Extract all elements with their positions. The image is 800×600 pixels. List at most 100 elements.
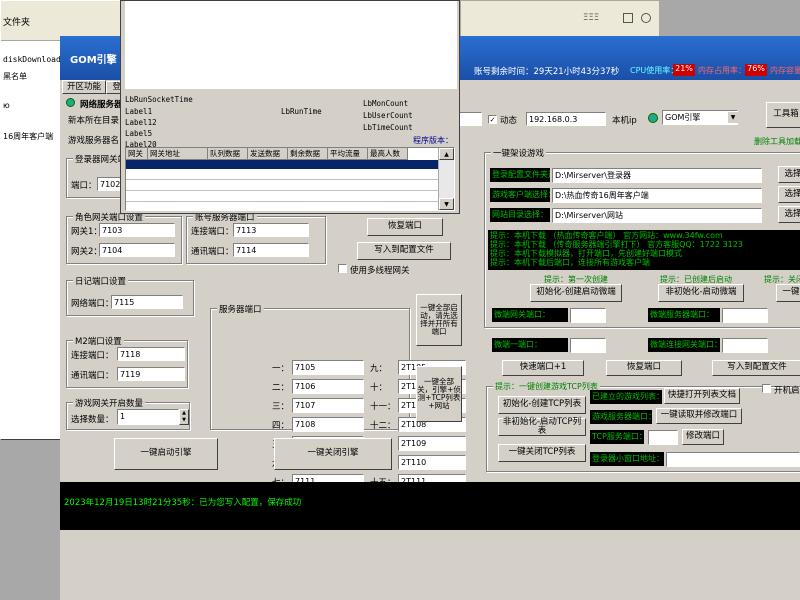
- not-init-micro-button[interactable]: 非初始化-启动微端: [658, 284, 744, 302]
- clear-tool-link[interactable]: 删除工具加载: [754, 136, 800, 147]
- account-connect-input[interactable]: 7113: [233, 223, 309, 237]
- cpu-value: 21%: [673, 64, 695, 76]
- gate1-input[interactable]: 7103: [99, 223, 175, 237]
- site-dir-label: 网站目录选择：: [490, 208, 550, 222]
- tree-item[interactable]: 16周年客户端: [3, 131, 53, 142]
- engine-select[interactable]: GOM引擎: [662, 110, 738, 125]
- server-port-input[interactable]: 2T110: [398, 455, 466, 470]
- select-client-dir-button[interactable]: 选择: [778, 186, 800, 203]
- table-column-header[interactable]: 发送数据: [248, 148, 288, 160]
- auto-start-checkbox[interactable]: [762, 384, 771, 393]
- close-engine-button[interactable]: 一键关闭引擎: [274, 438, 392, 470]
- server-port-input[interactable]: 7105: [292, 360, 364, 375]
- view-icon[interactable]: [623, 13, 633, 23]
- table-column-header[interactable]: 网关地址: [148, 148, 208, 160]
- chevron-down-icon[interactable]: ▼: [728, 112, 738, 123]
- monitor-popup: LbRunSocketTime Label1 Label12 Label5 La…: [120, 0, 460, 214]
- start-engine-button[interactable]: 一键启动引擎: [114, 438, 218, 470]
- spinner-arrows-icon[interactable]: ▲ ▼: [179, 409, 189, 425]
- popup-white-area: [125, 1, 457, 89]
- table-column-header[interactable]: 最高人数: [368, 148, 408, 160]
- popup-label: Label1: [125, 107, 153, 116]
- micro-gate-conn-label: 微端连接网关端口：: [648, 338, 720, 352]
- table-column-header[interactable]: 平均流量: [328, 148, 368, 160]
- log-port-input[interactable]: 7115: [111, 295, 183, 309]
- one-key-close-micro-button[interactable]: 一键: [776, 284, 800, 302]
- gate2-input[interactable]: 7104: [99, 243, 175, 257]
- write-micro-config-button[interactable]: 写入到配置文件: [712, 360, 800, 376]
- log-port-group: 日记端口设置 网络端口： 7115: [66, 275, 194, 316]
- account-comm-input[interactable]: 7114: [233, 243, 309, 257]
- server-port-input[interactable]: 7108: [292, 417, 364, 432]
- table-column-header[interactable]: 队列数据: [208, 148, 248, 160]
- close-tcp-button[interactable]: 一键关闭TCP列表: [498, 444, 586, 462]
- micro-server-input[interactable]: [722, 308, 768, 323]
- multi-gate-label: 使用多线程网关: [350, 266, 410, 276]
- table-scrollbar[interactable]: ▲ ▼: [438, 148, 454, 210]
- select-login-dir-button[interactable]: 选择: [778, 166, 800, 183]
- micro-gate-conn-input[interactable]: [722, 338, 768, 353]
- select-site-dir-button[interactable]: 选择: [778, 206, 800, 223]
- scroll-up-icon[interactable]: ▲: [439, 148, 454, 160]
- game-server-label: 游戏服务器名: [68, 136, 120, 146]
- tree-item[interactable]: diskDownload: [3, 55, 61, 64]
- table-row-selected[interactable]: [126, 160, 438, 169]
- login-dir-input[interactable]: D:\Mirserver\登录器: [552, 168, 762, 183]
- gateway-table: 网关 网关地址 队列数据 发送数据 剩余数据 平均流量 最高人数 ▲ ▼: [125, 147, 455, 211]
- client-dir-label: 游戏客户端选择：: [490, 188, 550, 202]
- server-port-label: 三：: [272, 402, 290, 412]
- m2-port-group: M2端口设置 连接端口： 7118 通讯端口： 7119: [66, 335, 188, 388]
- read-modify-port-button[interactable]: 一键读取并修改端口: [656, 408, 742, 424]
- settings-icon[interactable]: [641, 13, 651, 23]
- ip-input[interactable]: 192.168.0.3: [526, 112, 606, 126]
- tree-item[interactable]: ю: [3, 101, 10, 110]
- m2-comm-input[interactable]: 7119: [117, 367, 185, 381]
- init-create-micro-button[interactable]: 初始化-创建启动微端: [530, 284, 622, 302]
- small-window-label: 登录器小窗口地址：: [590, 452, 664, 466]
- tcp-service-port-input[interactable]: [648, 430, 678, 445]
- network-server-label: 网络服务器: [80, 100, 123, 110]
- user-count-label: LbUserCount: [363, 111, 413, 120]
- client-dir-input[interactable]: D:\热血传奇16周年客户端: [552, 188, 762, 203]
- restore-port-button[interactable]: 恢复端口: [367, 218, 443, 236]
- one-key-close-all-button[interactable]: 一键全部关，引擎+侦测+TCP列表+网站: [416, 366, 462, 422]
- table-column-header[interactable]: 剩余数据: [288, 148, 328, 160]
- scroll-down-icon[interactable]: ▼: [439, 198, 454, 210]
- micro-port1-input[interactable]: [570, 338, 606, 353]
- small-window-input[interactable]: [666, 452, 800, 467]
- tree-item[interactable]: 黑名单: [3, 71, 27, 82]
- gate-count-spinner[interactable]: 1: [117, 409, 179, 425]
- micro-gate-input[interactable]: [570, 308, 606, 323]
- server-port-input[interactable]: 2T109: [398, 436, 466, 451]
- site-dir-input[interactable]: D:\Mirserver\网站: [552, 208, 762, 223]
- login-dir-label: 登录配置文件夹选择：: [490, 168, 550, 182]
- mon-count-label: LbMonCount: [363, 99, 409, 108]
- toolbox-button[interactable]: 工具箱: [766, 102, 800, 128]
- not-init-tcp-button[interactable]: 非初始化-启动TCP列表: [498, 417, 586, 436]
- tab-open-server[interactable]: 开区功能: [62, 80, 106, 94]
- server-port-input[interactable]: 7106: [292, 379, 364, 394]
- port-label: 端口：: [71, 181, 97, 191]
- table-grid: [126, 169, 438, 210]
- m2-connect-input[interactable]: 7118: [117, 347, 185, 361]
- write-config-button[interactable]: 写入到配置文件: [357, 242, 451, 260]
- modify-port-button[interactable]: 修改端口: [682, 429, 724, 445]
- restore-micro-port-button[interactable]: 恢复端口: [606, 360, 682, 376]
- status-footer: [60, 530, 800, 600]
- popup-label: Label5: [125, 129, 153, 138]
- one-key-all-start-button[interactable]: 一键全部启动，请先选择并开所有端口: [416, 294, 462, 346]
- table-column-header[interactable]: 网关: [126, 148, 148, 160]
- server-port-label: 十二：: [370, 421, 396, 431]
- log-console: 2023年12月19日13时21分35秒：已为您写入配置，保存成功: [60, 482, 800, 530]
- open-list-doc-button[interactable]: 快捷打开列表文档: [664, 388, 740, 404]
- popup-label: LbRunSocketTime: [125, 95, 193, 104]
- dynamic-checkbox[interactable]: ✓: [488, 115, 497, 124]
- login-gate-group: 登录器网关端 端口： 7102: [66, 153, 129, 198]
- server-port-input[interactable]: 7107: [292, 398, 364, 413]
- quick-port-button[interactable]: 快速端口+1: [502, 360, 584, 376]
- init-tcp-button[interactable]: 初始化-创建TCP列表: [498, 396, 586, 414]
- network-icon: [66, 98, 75, 107]
- multi-gate-checkbox[interactable]: [338, 264, 347, 273]
- established-list-label: 已建立的游戏列表：: [590, 390, 662, 404]
- bg-menu-text[interactable]: 文件夹: [3, 15, 30, 28]
